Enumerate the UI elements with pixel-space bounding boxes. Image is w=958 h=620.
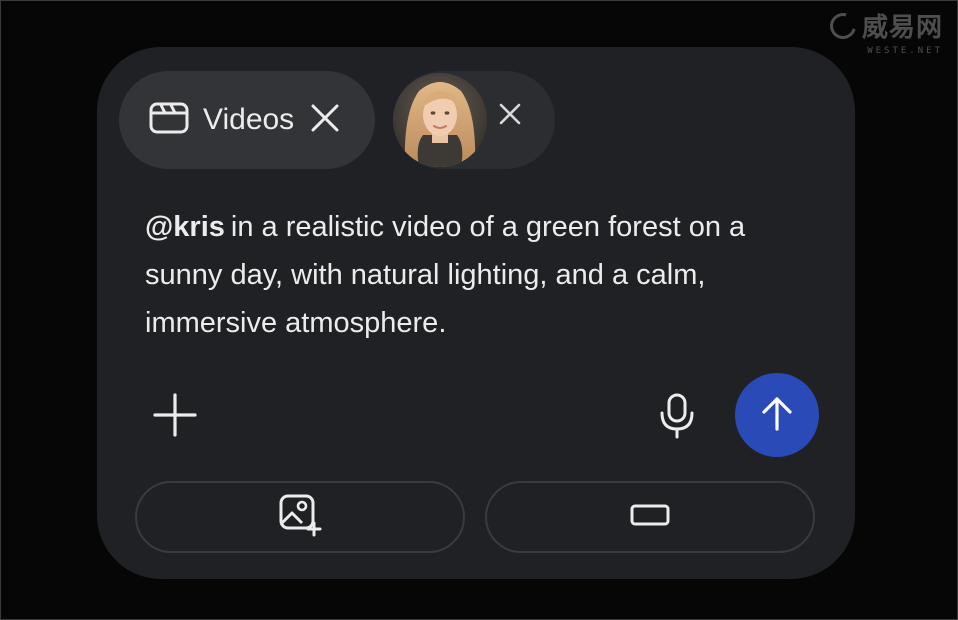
- watermark-url: WESTE.NET: [867, 46, 943, 56]
- screen-frame: 威易网 WESTE.NET Videos @kris in a realisti…: [0, 0, 958, 620]
- prompt-text-field[interactable]: @kris in a realistic video of a green for…: [145, 203, 805, 347]
- voice-input-button[interactable]: [657, 391, 697, 439]
- close-icon[interactable]: [310, 103, 340, 137]
- aspect-ratio-landscape-icon: [630, 504, 670, 530]
- plus-icon: [151, 391, 199, 443]
- arrow-up-icon: [757, 393, 797, 437]
- watermark-logo: 威易网: [825, 7, 943, 44]
- watermark-logo-icon: [825, 7, 861, 44]
- videos-chip-label: Videos: [203, 103, 295, 136]
- send-button[interactable]: [735, 373, 819, 457]
- prompt-composer-panel: Videos @kris in a realistic video of a g…: [97, 47, 855, 579]
- videos-mode-chip[interactable]: Videos: [119, 71, 375, 169]
- avatar: [393, 73, 487, 167]
- watermark-brand: 威易网: [861, 13, 943, 43]
- person-reference-chip[interactable]: [393, 71, 555, 169]
- watermark: 威易网 WESTE.NET: [825, 7, 943, 56]
- add-image-button[interactable]: [135, 481, 465, 553]
- image-add-icon: [278, 493, 322, 541]
- clapperboard-icon: [149, 102, 189, 138]
- person-mention: @kris: [145, 211, 225, 243]
- aspect-ratio-button[interactable]: [485, 481, 815, 553]
- prompt-text: in a realistic video of a green forest o…: [145, 211, 746, 339]
- close-icon[interactable]: [497, 101, 523, 131]
- add-attachment-button[interactable]: [151, 391, 199, 439]
- microphone-icon: [657, 391, 697, 443]
